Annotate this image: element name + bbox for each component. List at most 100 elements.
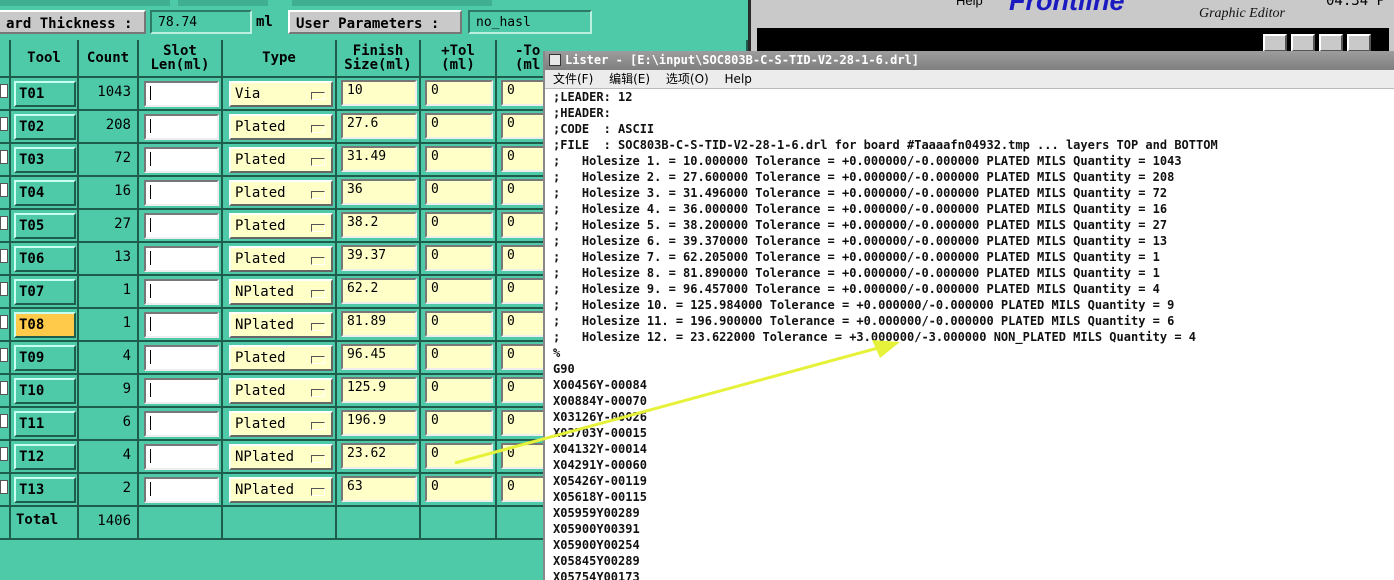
plus-tolerance-input[interactable]: 0 [425,278,493,304]
tool-button[interactable]: T07 [14,279,76,305]
type-select[interactable]: NPlated [229,279,333,305]
finish-size-input[interactable]: 63 [341,476,417,502]
finish-size-input[interactable]: 96.45 [341,344,417,370]
file-line: ; Holesize 8. = 81.890000 Tolerance = +0… [553,266,1160,280]
plus-tolerance-input[interactable]: 0 [425,245,493,271]
tool-button[interactable]: T06 [14,246,76,272]
slot-length-input[interactable] [144,411,219,437]
menu-edit[interactable]: 编辑(E) [609,72,650,86]
menu-options[interactable]: 选项(O) [666,72,709,86]
table-cell: T13 [11,474,79,505]
finish-size-input[interactable]: 38.2 [341,212,417,238]
table-cell: NPlated [223,474,337,505]
type-select[interactable]: Plated [229,246,333,272]
slot-length-input[interactable] [144,246,219,272]
count-value: 72 [114,150,131,166]
table-cell: 96.45 [337,342,421,373]
type-select[interactable]: Via [229,81,333,107]
plus-tolerance-input[interactable]: 0 [425,179,493,205]
slot-length-input[interactable] [144,147,219,173]
finish-size-input[interactable]: 10 [341,80,417,106]
plus-tolerance-input[interactable]: 0 [425,212,493,238]
row-marker-icon [0,117,8,131]
top-strip [292,0,492,6]
plus-tolerance-input[interactable]: 0 [425,476,493,502]
plus-tolerance-input[interactable]: 0 [425,410,493,436]
graphic-editor-window: Help Frontline Graphic Editor 04:34 P [748,0,1394,52]
type-value: NPlated [235,284,295,300]
slot-length-input[interactable] [144,213,219,239]
tool-button[interactable]: T04 [14,180,76,206]
user-parameters-field[interactable]: no_hasl [468,10,592,34]
tool-button[interactable]: T03 [14,147,76,173]
finish-size-input[interactable]: 31.49 [341,146,417,172]
tool-button[interactable]: T05 [14,213,76,239]
board-thickness-label: ard Thickness : [0,10,146,34]
finish-size-input[interactable]: 196.9 [341,410,417,436]
type-select[interactable]: Plated [229,147,333,173]
menu-help[interactable]: Help [725,72,752,86]
type-select[interactable]: Plated [229,180,333,206]
tool-button[interactable]: T09 [14,345,76,371]
toolbar-icon[interactable] [1263,34,1287,52]
plus-tolerance-input[interactable]: 0 [425,80,493,106]
toolbar-icon[interactable] [1291,34,1315,52]
table-cell [0,408,11,439]
slot-length-input[interactable] [144,114,219,140]
toolbar-icon[interactable] [1319,34,1343,52]
table-cell: 6 [79,408,139,439]
finish-size-input[interactable]: 81.89 [341,311,417,337]
plus-tolerance-input[interactable]: 0 [425,443,493,469]
type-select[interactable]: Plated [229,213,333,239]
table-cell: T03 [11,144,79,175]
tool-button[interactable]: T11 [14,411,76,437]
type-select[interactable]: Plated [229,345,333,371]
table-cell: NPlated [223,276,337,307]
tool-button[interactable]: T10 [14,378,76,404]
type-select[interactable]: Plated [229,411,333,437]
file-line: X05845Y00289 [553,554,640,568]
finish-size-input[interactable]: 36 [341,179,417,205]
plus-tolerance-input[interactable]: 0 [425,146,493,172]
total-count: 1406 [97,513,131,529]
plus-tolerance-input[interactable]: 0 [425,113,493,139]
finish-size-input[interactable]: 62.2 [341,278,417,304]
tool-button[interactable]: T13 [14,477,76,503]
slot-length-input[interactable] [144,477,219,503]
tool-button[interactable]: T12 [14,444,76,470]
type-select[interactable]: NPlated [229,312,333,338]
slot-length-input[interactable] [144,279,219,305]
tool-button[interactable]: T02 [14,114,76,140]
slot-length-input[interactable] [144,444,219,470]
text-caret [150,350,151,364]
plus-tolerance-input[interactable]: 0 [425,344,493,370]
finish-size-input[interactable]: 27.6 [341,113,417,139]
finish-size-input[interactable]: 39.37 [341,245,417,271]
type-value: Plated [235,350,286,366]
tool-button[interactable]: T08 [14,312,76,338]
file-line: ;FILE : SOC803B-C-S-TID-V2-28-1-6.drl fo… [553,138,1218,152]
tool-button[interactable]: T01 [14,81,76,107]
file-content[interactable]: ;LEADER: 12 ;HEADER: ;CODE : ASCII ;FILE : … [553,89,1394,580]
type-select[interactable]: NPlated [229,477,333,503]
board-thickness-field[interactable]: 78.74 [150,10,252,34]
plus-tolerance-input[interactable]: 0 [425,377,493,403]
type-select[interactable]: Plated [229,378,333,404]
type-select[interactable]: Plated [229,114,333,140]
toolbar-icon[interactable] [1347,34,1371,52]
help-menu[interactable]: Help [956,0,983,8]
row-marker-icon [0,249,8,263]
finish-size-input[interactable]: 23.62 [341,443,417,469]
menu-file[interactable]: 文件(F) [553,72,593,86]
slot-length-input[interactable] [144,345,219,371]
slot-length-input[interactable] [144,180,219,206]
type-select[interactable]: NPlated [229,444,333,470]
plus-tolerance-input[interactable]: 0 [425,311,493,337]
slot-length-input[interactable] [144,81,219,107]
lister-window: Lister - [E:\input\SOC803B-C-S-TID-V2-28… [543,51,1394,580]
slot-length-input[interactable] [144,378,219,404]
table-cell [139,507,223,538]
slot-length-input[interactable] [144,312,219,338]
table-cell [139,276,223,307]
finish-size-input[interactable]: 125.9 [341,377,417,403]
